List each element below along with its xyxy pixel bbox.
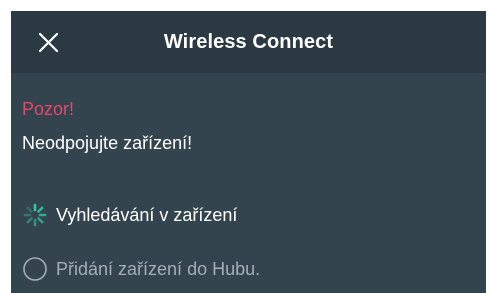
step-label: Vyhledávání v zařízení [56, 204, 238, 225]
empty-circle-icon [23, 257, 47, 281]
step-item-adding: Přidání zařízení do Hubu. [22, 256, 260, 282]
wireless-connect-dialog: Wireless Connect Pozor! Neodpojujte zaří… [11, 11, 486, 293]
warning-text: Neodpojujte zařízení! [22, 133, 193, 153]
page-title: Wireless Connect [163, 31, 334, 53]
step-item-scanning: Vyhledávání v zařízení [22, 202, 237, 228]
step-label: Přidání zařízení do Hubu. [56, 258, 261, 279]
spinner-icon [23, 203, 47, 227]
header-bar: Wireless Connect [11, 11, 486, 73]
warning-title: Pozor! [22, 99, 75, 119]
